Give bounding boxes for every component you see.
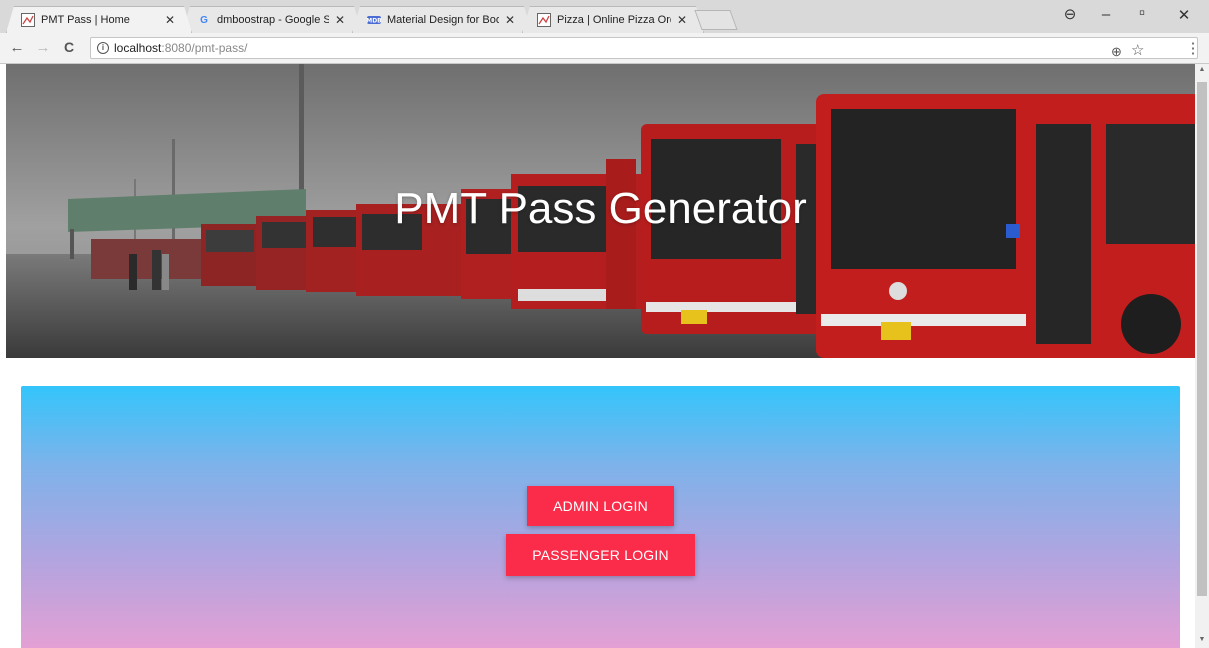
- hero-title: PMT Pass Generator: [394, 184, 807, 233]
- scrollbar-thumb[interactable]: [1197, 82, 1207, 596]
- tab-title: Material Design for Boot: [387, 14, 499, 26]
- restore-icon[interactable]: ▫: [1130, 3, 1154, 23]
- window-close-icon[interactable]: ✕: [1172, 6, 1196, 24]
- tab-close-icon[interactable]: ✕: [505, 13, 515, 27]
- hero-banner: PMT Pass Generator: [6, 64, 1195, 358]
- tab-material-design[interactable]: MDB Material Design for Boot ✕: [352, 6, 532, 33]
- url-path: :8080/pmt-pass/: [161, 41, 248, 55]
- svg-text:MDB: MDB: [367, 18, 381, 25]
- browser-toolbar: ← → C i localhost :8080/pmt-pass/ ⊕ ☆ ⋮: [0, 33, 1209, 64]
- tab-google-search[interactable]: G dmboostrap - Google Se ✕: [182, 6, 362, 33]
- forward-icon[interactable]: →: [34, 39, 52, 56]
- passenger-login-button[interactable]: PASSENGER LOGIN: [506, 534, 695, 576]
- browser-chrome: PMT Pass | Home ✕ G dmboostrap - Google …: [0, 0, 1209, 64]
- new-tab-button[interactable]: [694, 10, 738, 30]
- tab-strip: PMT Pass | Home ✕ G dmboostrap - Google …: [0, 0, 1209, 33]
- tab-title: dmboostrap - Google Se: [217, 14, 329, 26]
- reload-icon[interactable]: C: [60, 39, 78, 55]
- tab-close-icon[interactable]: ✕: [677, 13, 687, 27]
- login-panel: ADMIN LOGIN PASSENGER LOGIN: [21, 386, 1180, 648]
- account-icon[interactable]: ⊖: [1058, 5, 1082, 23]
- address-bar[interactable]: i localhost :8080/pmt-pass/ ⊕ ☆: [90, 37, 1198, 59]
- tab-close-icon[interactable]: ✕: [335, 13, 345, 27]
- minimize-icon[interactable]: –: [1094, 6, 1118, 23]
- zoom-icon[interactable]: ⊕: [1111, 44, 1122, 60]
- pizza-favicon: [537, 13, 551, 27]
- scroll-up-arrow-icon[interactable]: ▲: [1197, 66, 1207, 73]
- page-viewport: PMT Pass Generator ADMIN LOGIN PASSENGER…: [0, 64, 1195, 648]
- bookmark-star-icon[interactable]: ☆: [1131, 41, 1144, 59]
- info-icon[interactable]: i: [97, 42, 109, 54]
- menu-icon[interactable]: ⋮: [1184, 39, 1202, 57]
- url-host: localhost: [114, 41, 162, 55]
- tab-close-icon[interactable]: ✕: [165, 13, 175, 27]
- tab-title: PMT Pass | Home: [41, 14, 130, 26]
- tab-pmt-pass-home[interactable]: PMT Pass | Home ✕: [6, 6, 192, 33]
- pmt-favicon: [21, 13, 35, 27]
- tab-title: Pizza | Online Pizza Order: [557, 14, 670, 26]
- mdb-favicon: MDB: [367, 13, 381, 27]
- tab-pizza-order[interactable]: Pizza | Online Pizza Order ✕: [522, 6, 704, 33]
- admin-login-button[interactable]: ADMIN LOGIN: [527, 486, 674, 526]
- google-favicon: G: [200, 14, 208, 26]
- back-icon[interactable]: ←: [8, 39, 26, 56]
- scroll-down-arrow-icon[interactable]: ▼: [1197, 636, 1207, 643]
